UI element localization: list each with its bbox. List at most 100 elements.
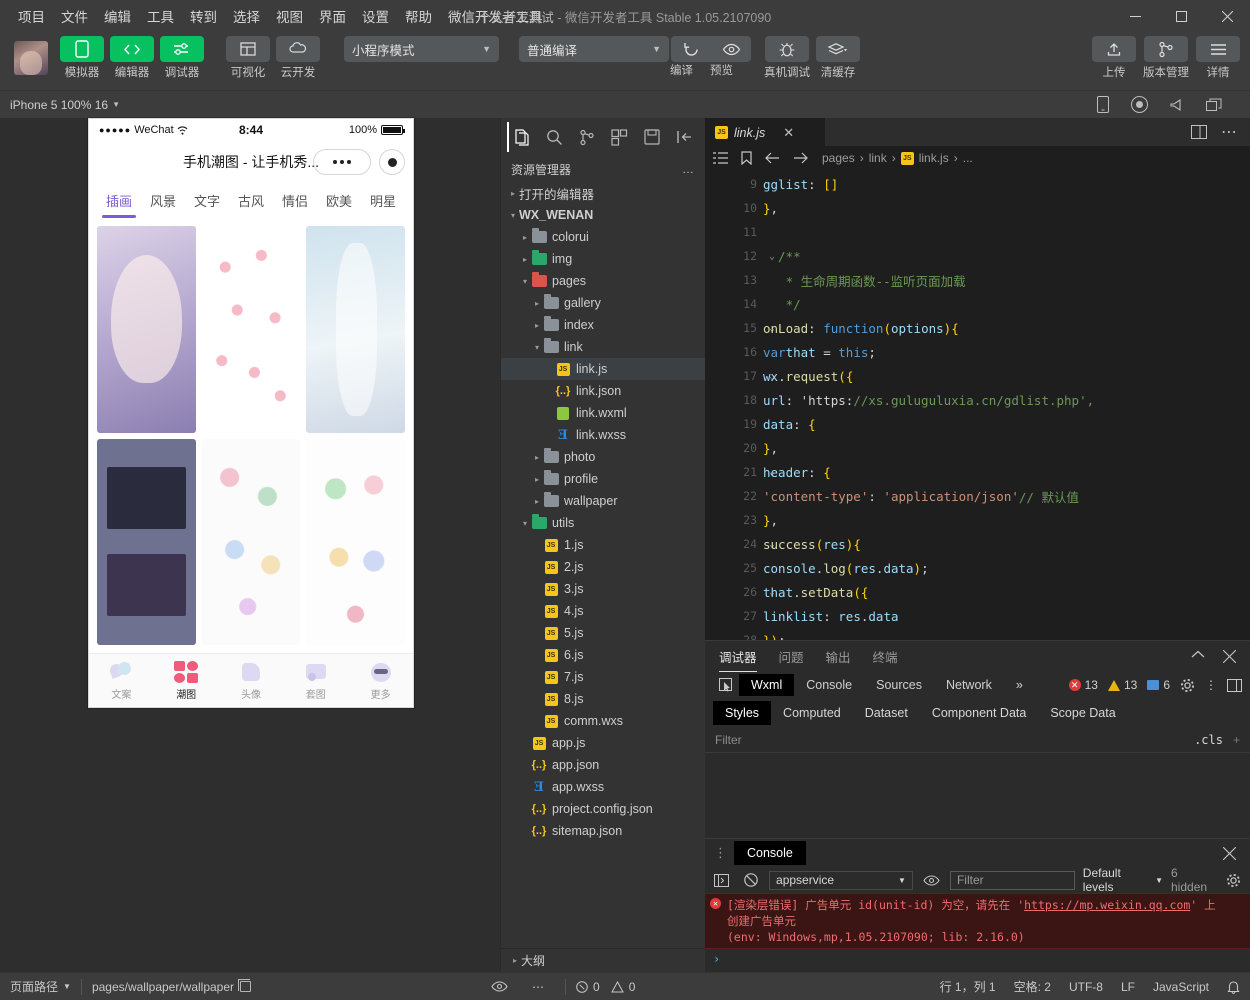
menu-item-5[interactable]: 选择 xyxy=(225,2,268,30)
indentation-setting[interactable]: 空格: 2 xyxy=(1014,978,1051,995)
grid-item[interactable] xyxy=(201,226,301,433)
mode-select[interactable]: 小程序模式 ▼ xyxy=(344,36,499,62)
style-tab-1[interactable]: Computed xyxy=(771,701,853,725)
tree-item-sitemap-json[interactable]: {..} sitemap.json xyxy=(501,820,705,842)
panel-tab-3[interactable]: 终端 xyxy=(873,641,898,672)
close-icon[interactable]: ✕ xyxy=(783,125,794,141)
tree-item-link-json[interactable]: {..} link.json xyxy=(501,380,705,402)
code-editor[interactable]: 9 10 11 12 ⌄ 13 14 15 ⌄ 16 17 ⌄ 18 19 20 21 ⌄ 22 23 24 ⌄ 25 26… xyxy=(705,170,1250,640)
maximize-button[interactable] xyxy=(1158,0,1204,32)
code-content[interactable]: gglist: [] }, /** * 生命周期函数--监听页面加载 */ on… xyxy=(763,170,1250,641)
tree-item-7-js[interactable]: JS 7.js xyxy=(501,666,705,688)
avatar[interactable] xyxy=(14,41,48,75)
compile-select[interactable]: 普通编译 ▼ xyxy=(519,36,669,62)
tree-item-wallpaper[interactable]: ▸ wallpaper xyxy=(501,490,705,512)
realdevice-button[interactable]: 真机调试 xyxy=(761,36,813,80)
code-line-18[interactable]: url: 'https://xs.guluguluxia.cn/gdlist.p… xyxy=(763,388,1250,412)
compile-button[interactable] xyxy=(671,36,711,62)
close-capsule-button[interactable] xyxy=(379,149,405,175)
menu-item-9[interactable]: 帮助 xyxy=(397,2,440,30)
device-chevron-icon[interactable]: ▼ xyxy=(112,100,120,109)
tree-arrow-icon[interactable]: ▾ xyxy=(519,519,531,528)
add-style-button[interactable]: + xyxy=(1233,733,1240,747)
split-editor-icon[interactable] xyxy=(1191,125,1207,139)
drag-handle[interactable]: ⋮ xyxy=(711,845,730,861)
tree-item-comm-wxs[interactable]: JS comm.wxs xyxy=(501,710,705,732)
grid-item[interactable] xyxy=(306,226,405,433)
preview-button[interactable] xyxy=(711,36,751,62)
toolbar-button-cloud[interactable]: 云开发 xyxy=(274,36,322,80)
source-control-icon[interactable] xyxy=(572,122,601,152)
tree-arrow-icon[interactable]: ▾ xyxy=(519,277,531,286)
code-line-14[interactable]: */ xyxy=(763,292,1250,316)
code-line-23[interactable]: }, xyxy=(763,508,1250,532)
menu-item-6[interactable]: 视图 xyxy=(268,2,311,30)
log-levels-select[interactable]: Default levels ▼ xyxy=(1083,866,1163,894)
back-arrow-icon[interactable] xyxy=(765,152,780,164)
collapse-icon[interactable] xyxy=(670,122,699,152)
menu-item-2[interactable]: 编辑 xyxy=(96,2,139,30)
console-filter-input[interactable]: Filter xyxy=(949,870,1075,890)
code-line-25[interactable]: console. log(res. data); xyxy=(763,556,1250,580)
grid-item[interactable] xyxy=(306,438,405,645)
tree-item-2-js[interactable]: JS 2.js xyxy=(501,556,705,578)
editor-tab-link-js[interactable]: JS link.js ✕ xyxy=(705,118,825,146)
page-path-selector[interactable]: 页面路径 ▼ xyxy=(10,978,71,995)
tabbar-item-3[interactable]: 套图 xyxy=(283,654,348,707)
tree-item-link[interactable]: ▾ link xyxy=(501,336,705,358)
code-line-28[interactable]: }); xyxy=(763,628,1250,641)
error-badge[interactable]: ✕ 13 xyxy=(1068,678,1098,692)
window-icon[interactable] xyxy=(1206,98,1222,112)
eye-icon[interactable] xyxy=(921,874,942,886)
console-prompt[interactable]: › xyxy=(705,949,1250,969)
menu-item-8[interactable]: 设置 xyxy=(354,2,397,30)
tree-item-photo[interactable]: ▸ photo xyxy=(501,446,705,468)
code-line-15[interactable]: onLoad: function (options) { xyxy=(763,316,1250,340)
cursor-position[interactable]: 行 1，列 1 xyxy=(940,978,996,995)
devtools-tab-network[interactable]: Network xyxy=(934,674,1004,696)
code-line-26[interactable]: that. setData({ xyxy=(763,580,1250,604)
tree-item-link-wxss[interactable]: Ǝlink.wxss xyxy=(501,424,705,446)
code-line-22[interactable]: 'content-type': 'application/json' // 默认… xyxy=(763,484,1250,508)
context-select[interactable]: appservice ▼ xyxy=(769,870,913,890)
code-line-11[interactable] xyxy=(763,220,1250,244)
devtools-tab-sources[interactable]: Sources xyxy=(864,674,934,696)
tree-item-app-wxss[interactable]: Ǝapp.wxss xyxy=(501,776,705,798)
code-line-10[interactable]: }, xyxy=(763,196,1250,220)
menu-item-7[interactable]: 界面 xyxy=(311,2,354,30)
panel-tab-2[interactable]: 输出 xyxy=(826,641,851,672)
toolbar-button-visual[interactable]: 可视化 xyxy=(224,36,272,80)
grid-item[interactable] xyxy=(201,438,301,645)
code-line-13[interactable]: * 生命周期函数--监听页面加载 xyxy=(763,268,1250,292)
code-line-19[interactable]: data: { xyxy=(763,412,1250,436)
tree-arrow-icon[interactable]: ▸ xyxy=(531,299,543,308)
upload-button[interactable]: 上传 xyxy=(1090,36,1138,80)
devtools-more-tabs[interactable]: » xyxy=(1004,674,1035,696)
console-tab[interactable]: Console xyxy=(734,841,806,865)
devtools-tab-console[interactable]: Console xyxy=(794,674,864,696)
tree-arrow-icon[interactable]: ▸ xyxy=(531,321,543,330)
tree-item-app-js[interactable]: JS app.js xyxy=(501,732,705,754)
tree-item-utils[interactable]: ▾ utils xyxy=(501,512,705,534)
tree-arrow-icon[interactable]: ▸ xyxy=(531,475,543,484)
language-mode[interactable]: JavaScript xyxy=(1153,980,1209,994)
breadcrumb-item-pages[interactable]: pages xyxy=(822,151,855,165)
gear-icon-console[interactable] xyxy=(1223,873,1244,888)
phone-rotate-icon[interactable] xyxy=(1097,96,1109,113)
grid-item[interactable] xyxy=(97,438,196,645)
tree-item-gallery[interactable]: ▸ gallery xyxy=(501,292,705,314)
breadcrumb-item-file[interactable]: link.js xyxy=(919,151,949,165)
breadcrumb-item-link[interactable]: link xyxy=(869,151,887,165)
tree-arrow-icon[interactable]: ▾ xyxy=(531,343,543,352)
styles-filter-input[interactable]: Filter xyxy=(715,733,742,747)
volume-icon[interactable] xyxy=(1170,98,1184,112)
tree-item-project-config-json[interactable]: {..} project.config.json xyxy=(501,798,705,820)
problems-indicator[interactable]: 0 0 xyxy=(576,980,635,994)
dock-icon[interactable] xyxy=(1227,678,1242,692)
toolbar-button-simulator[interactable]: 模拟器 xyxy=(58,36,106,80)
gear-icon[interactable] xyxy=(1180,678,1195,693)
devtools-tab-wxml[interactable]: Wxml xyxy=(739,674,795,696)
code-line-12[interactable]: /** xyxy=(763,244,1250,268)
code-line-21[interactable]: header: { xyxy=(763,460,1250,484)
tree-item-profile[interactable]: ▸ profile xyxy=(501,468,705,490)
